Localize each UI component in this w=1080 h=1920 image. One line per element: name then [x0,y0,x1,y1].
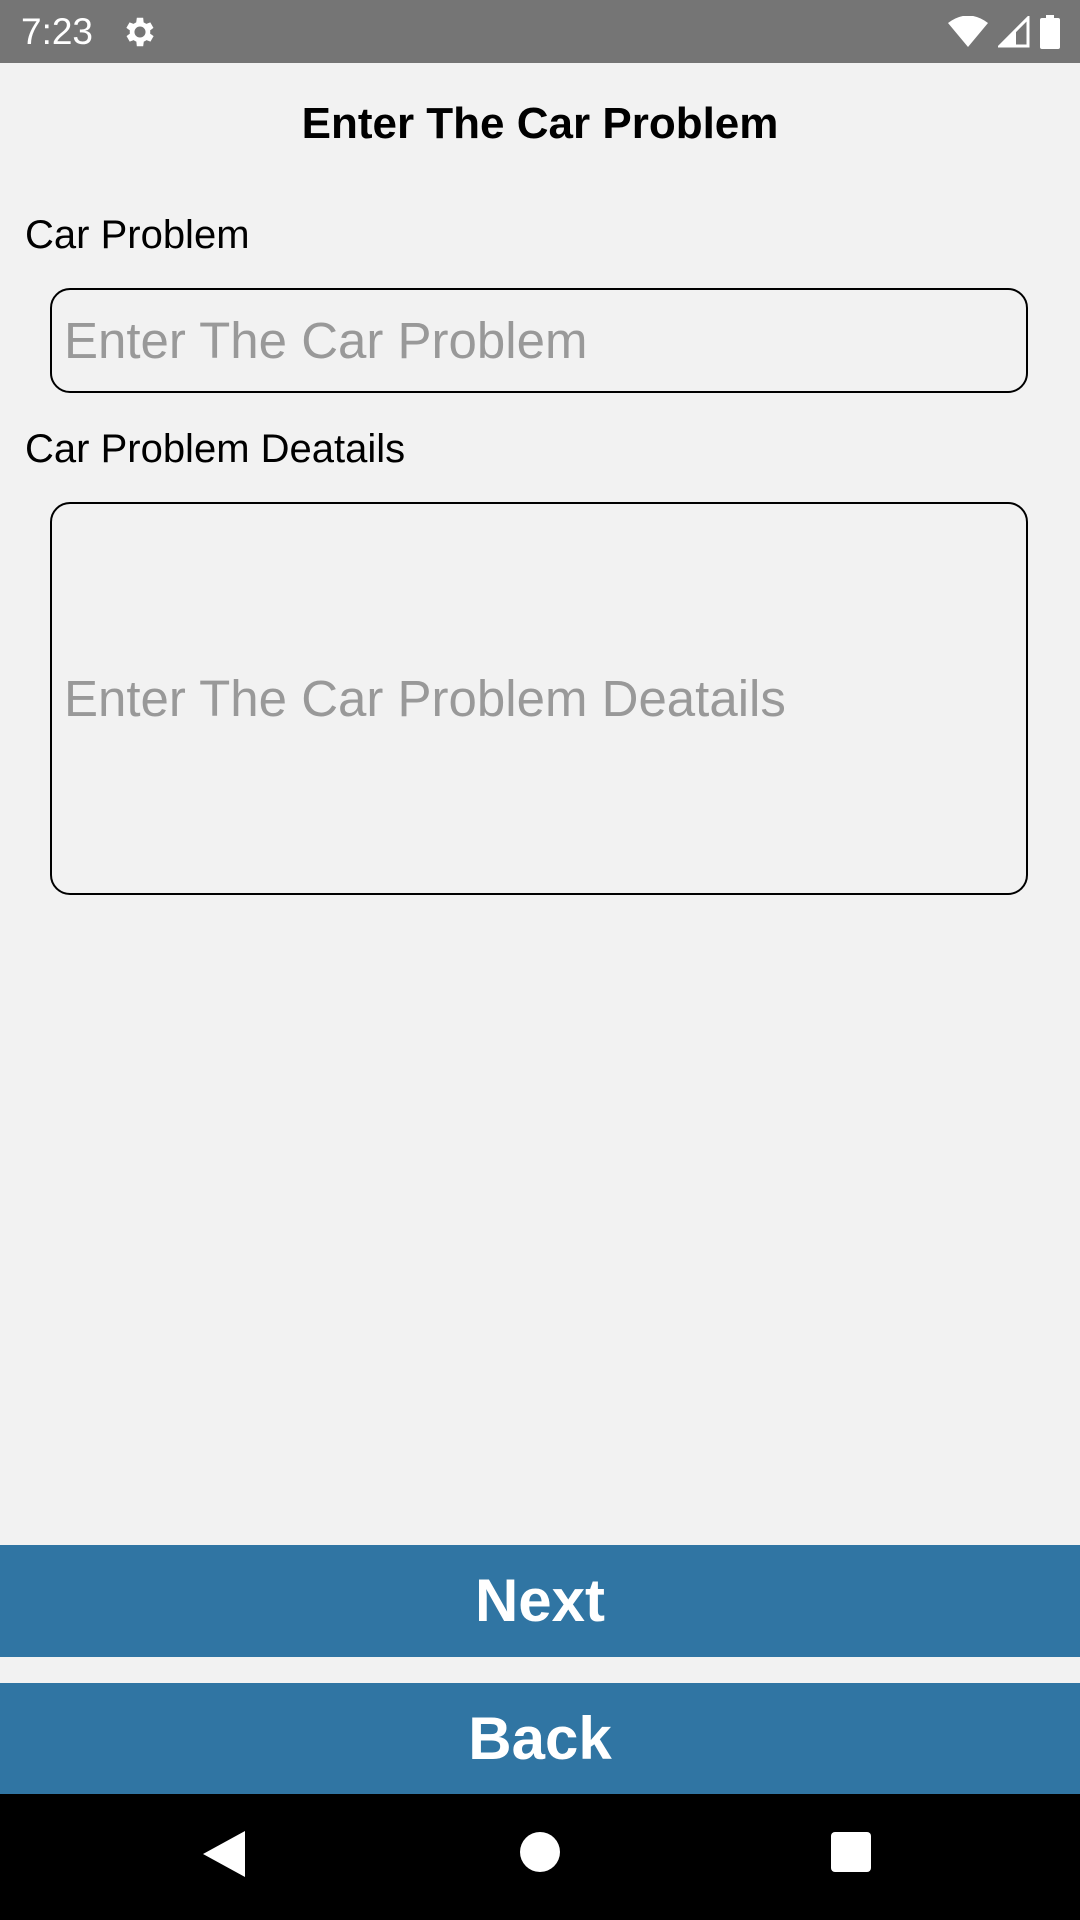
battery-icon [1040,15,1060,49]
recents-square-icon[interactable] [831,1832,871,1872]
back-button[interactable]: Back [0,1683,1080,1795]
gear-icon [126,17,154,47]
wifi-icon [948,16,988,47]
details-placeholder: Enter The Car Problem Deatails [64,669,786,727]
back-triangle-icon[interactable] [203,1831,245,1877]
screen: 7:23 Enter The Car Problem Car Problem C… [0,0,1080,1920]
status-icons [948,13,1060,51]
car-problem-label: Car Problem [25,213,250,257]
page-title: Enter The Car Problem [301,99,779,148]
car-problem-input[interactable] [50,288,1028,393]
status-bar: 7:23 [0,0,1080,63]
car-problem-details-label: Car Problem Deatails [25,427,406,471]
home-circle-icon[interactable] [520,1832,560,1872]
navigation-bar [0,1794,1080,1920]
next-button[interactable]: Next [0,1545,1080,1657]
car-problem-details-input[interactable]: Enter The Car Problem Deatails [50,502,1028,895]
status-time: 7:23 [21,11,94,52]
signal-icon [998,16,1030,48]
